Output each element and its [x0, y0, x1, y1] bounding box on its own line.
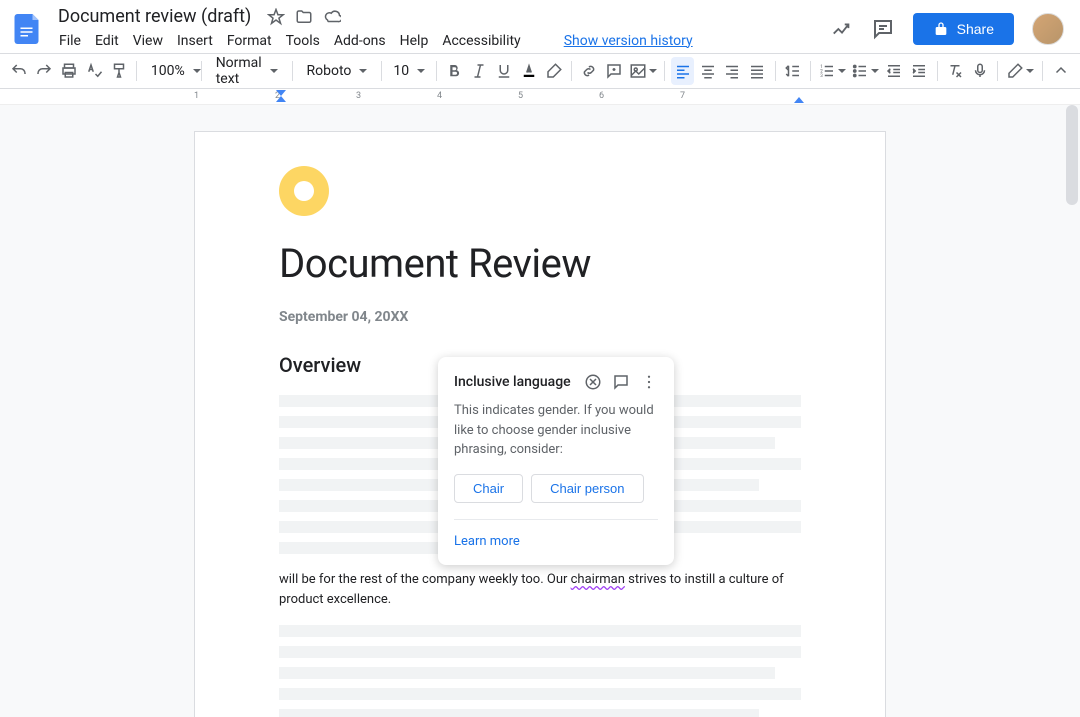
svg-text:3: 3	[821, 73, 824, 79]
canvas-area: Document Review September 04, 20XX Overv…	[0, 105, 1080, 717]
cloud-status-icon[interactable]	[323, 8, 341, 26]
user-avatar[interactable]	[1032, 13, 1064, 45]
document-date: September 04, 20XX	[279, 309, 801, 325]
fontsize-dropdown[interactable]: 10	[388, 57, 430, 85]
document-logo-icon	[279, 166, 329, 216]
menu-tools[interactable]: Tools	[279, 31, 327, 51]
activity-icon[interactable]	[831, 18, 853, 40]
menu-accessibility[interactable]: Accessibility	[435, 31, 527, 51]
voice-type-button[interactable]	[968, 57, 991, 85]
indent-marker-left[interactable]	[276, 90, 286, 102]
scroll-thumb[interactable]	[1066, 105, 1078, 205]
indent-increase-button[interactable]	[908, 57, 931, 85]
align-right-button[interactable]	[721, 57, 744, 85]
menu-bar: File Edit View Insert Format Tools Add-o…	[52, 29, 831, 53]
ruler-tick: 1	[194, 91, 199, 101]
docs-logo-icon	[10, 11, 46, 47]
folder-move-icon[interactable]	[295, 8, 313, 26]
editing-mode-button[interactable]	[1004, 57, 1037, 85]
popup-title: Inclusive language	[454, 374, 584, 390]
body-text: will be for the rest of the company week…	[279, 570, 801, 609]
clear-format-button[interactable]	[943, 57, 966, 85]
comments-icon[interactable]	[871, 17, 895, 41]
share-button[interactable]: Share	[913, 13, 1014, 45]
ruler-tick: 5	[518, 91, 523, 101]
popup-body: This indicates gender. If you would like…	[454, 401, 658, 460]
lock-icon	[933, 21, 949, 37]
comment-button[interactable]	[603, 57, 626, 85]
paint-format-button[interactable]	[107, 57, 130, 85]
toolbar: 100% Normal text Roboto 10 123	[0, 53, 1080, 89]
font-dropdown[interactable]: Roboto	[299, 57, 376, 85]
bold-button[interactable]	[443, 57, 466, 85]
indent-marker-right[interactable]	[794, 97, 804, 103]
share-label: Share	[957, 21, 994, 37]
app-header: Document review (draft) File Edit View I…	[0, 0, 1080, 53]
image-button[interactable]	[628, 57, 659, 85]
align-left-button[interactable]	[671, 57, 694, 85]
star-icon[interactable]	[267, 8, 285, 26]
document-title[interactable]: Document review (draft)	[52, 4, 257, 29]
suggestion-chip-1[interactable]: Chair	[454, 474, 523, 503]
italic-button[interactable]	[468, 57, 491, 85]
version-history-link[interactable]: Show version history	[564, 33, 693, 49]
menu-insert[interactable]: Insert	[170, 31, 220, 51]
flagged-word[interactable]: chairman	[571, 572, 625, 587]
title-area: Document review (draft) File Edit View I…	[52, 5, 831, 53]
print-button[interactable]	[58, 57, 81, 85]
ruler-tick: 7	[680, 91, 685, 101]
bullet-list-button[interactable]	[850, 57, 881, 85]
highlight-button[interactable]	[542, 57, 565, 85]
numbered-list-button[interactable]: 123	[817, 57, 848, 85]
scrollbar[interactable]	[1066, 105, 1078, 717]
ruler-tick: 3	[356, 91, 361, 101]
menu-file[interactable]: File	[52, 31, 88, 51]
dismiss-icon[interactable]	[584, 373, 602, 391]
zoom-dropdown[interactable]: 100%	[143, 57, 195, 85]
indent-decrease-button[interactable]	[883, 57, 906, 85]
suggestion-popup: Inclusive language This indicates gender…	[438, 357, 674, 565]
align-center-button[interactable]	[696, 57, 719, 85]
redo-button[interactable]	[33, 57, 56, 85]
learn-more-link[interactable]: Learn more	[454, 534, 658, 549]
feedback-icon[interactable]	[612, 373, 630, 391]
link-button[interactable]	[578, 57, 601, 85]
docs-logo[interactable]	[8, 9, 48, 49]
collapse-button[interactable]	[1049, 57, 1072, 85]
menu-addons[interactable]: Add-ons	[327, 31, 393, 51]
underline-button[interactable]	[493, 57, 516, 85]
ruler-tick: 6	[599, 91, 604, 101]
placeholder-block	[279, 625, 801, 717]
menu-format[interactable]: Format	[220, 31, 279, 51]
menu-edit[interactable]: Edit	[88, 31, 126, 51]
align-justify-button[interactable]	[746, 57, 769, 85]
suggestion-chip-2[interactable]: Chair person	[531, 474, 643, 503]
menu-help[interactable]: Help	[393, 31, 436, 51]
text-color-button[interactable]	[517, 57, 540, 85]
more-icon[interactable]	[640, 373, 658, 391]
style-dropdown[interactable]: Normal text	[208, 57, 286, 85]
undo-button[interactable]	[8, 57, 31, 85]
spellcheck-button[interactable]	[82, 57, 105, 85]
document-heading: Document Review	[279, 240, 801, 287]
line-spacing-button[interactable]	[781, 57, 804, 85]
ruler[interactable]: 1 2 3 4 5 6 7	[0, 89, 1080, 105]
menu-view[interactable]: View	[126, 31, 170, 51]
ruler-tick: 4	[437, 91, 442, 101]
